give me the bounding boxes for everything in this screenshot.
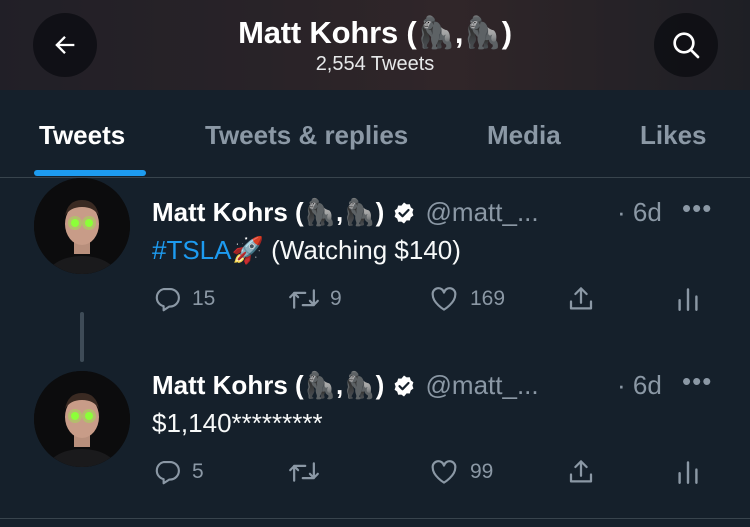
tweet-divider <box>0 518 750 519</box>
tweet-text-content: $1,140********* <box>152 408 323 438</box>
rocket-emoji: 🚀 <box>231 235 264 265</box>
tweet-actions: 15 9 169 <box>0 284 750 324</box>
like-icon <box>431 287 457 311</box>
like-icon <box>431 460 457 484</box>
like-button[interactable]: 169 <box>428 284 505 314</box>
reply-count: 5 <box>192 460 204 483</box>
tweet-count: 2,554 Tweets <box>315 53 435 75</box>
tweet-author-handle[interactable]: @matt_... <box>426 197 539 227</box>
verified-badge-icon <box>394 375 414 397</box>
profile-header: Matt Kohrs (🦍,🦍) 2,554 Tweets <box>0 0 750 90</box>
reply-icon <box>155 460 180 485</box>
like-count: 99 <box>470 460 494 483</box>
retweet-button[interactable] <box>288 457 330 487</box>
share-icon <box>569 287 593 310</box>
avatar[interactable] <box>34 371 130 467</box>
retweet-icon <box>289 462 319 482</box>
search-button[interactable] <box>654 13 718 77</box>
tab-media[interactable]: Media <box>487 118 561 152</box>
analytics-button[interactable] <box>676 284 700 314</box>
tweet-text: $1,140********* <box>152 407 323 439</box>
active-tab-indicator <box>34 170 146 176</box>
like-count: 169 <box>470 287 506 310</box>
tweet-author-name[interactable]: Matt Kohrs (🦍,🦍) <box>152 197 384 227</box>
analytics-icon <box>678 288 698 311</box>
verified-badge-icon <box>394 202 414 224</box>
tweet-text: #TSLA🚀 (Watching $140) <box>152 234 461 266</box>
share-button[interactable] <box>566 284 596 314</box>
search-icon <box>673 32 700 59</box>
tweet-timestamp[interactable]: · 6d <box>617 369 662 401</box>
avatar[interactable] <box>34 178 130 274</box>
tweet-actions: 5 99 <box>0 457 750 497</box>
header-center: Matt Kohrs (🦍,🦍) 2,554 Tweets <box>0 14 750 76</box>
tab-likes[interactable]: Likes <box>640 118 707 152</box>
tweet-text-content: (Watching $140) <box>271 235 461 265</box>
reply-icon <box>155 287 180 312</box>
profile-tabs: Tweets Tweets & replies Media Likes <box>0 90 750 178</box>
tab-tweets[interactable]: Tweets <box>39 118 125 152</box>
analytics-icon <box>678 461 698 484</box>
tweet-header: Matt Kohrs (🦍,🦍) @matt_... <box>152 196 539 228</box>
avatar-image <box>34 178 130 274</box>
more-icon[interactable]: ••• <box>682 193 712 224</box>
tweet-timestamp[interactable]: · 6d <box>617 196 662 228</box>
hashtag-link[interactable]: #TSLA <box>152 235 232 265</box>
thread-connector-line <box>80 312 84 362</box>
share-icon <box>569 460 593 483</box>
retweet-button[interactable]: 9 <box>288 284 342 314</box>
more-icon[interactable]: ••• <box>682 366 712 397</box>
profile-name: Matt Kohrs (🦍,🦍) <box>238 15 512 50</box>
analytics-button[interactable] <box>676 457 700 487</box>
retweet-count: 9 <box>330 287 342 310</box>
tweet-header: Matt Kohrs (🦍,🦍) @matt_... <box>152 369 539 401</box>
like-button[interactable]: 99 <box>428 457 493 487</box>
tweet-author-name[interactable]: Matt Kohrs (🦍,🦍) <box>152 370 384 400</box>
reply-button[interactable]: 5 <box>152 457 204 487</box>
tab-tweets-replies[interactable]: Tweets & replies <box>205 118 408 152</box>
retweet-icon <box>289 289 319 309</box>
share-button[interactable] <box>566 457 596 487</box>
tweet-author-handle[interactable]: @matt_... <box>426 370 539 400</box>
avatar-image <box>34 371 130 467</box>
reply-button[interactable]: 15 <box>152 284 215 314</box>
reply-count: 15 <box>192 287 216 310</box>
